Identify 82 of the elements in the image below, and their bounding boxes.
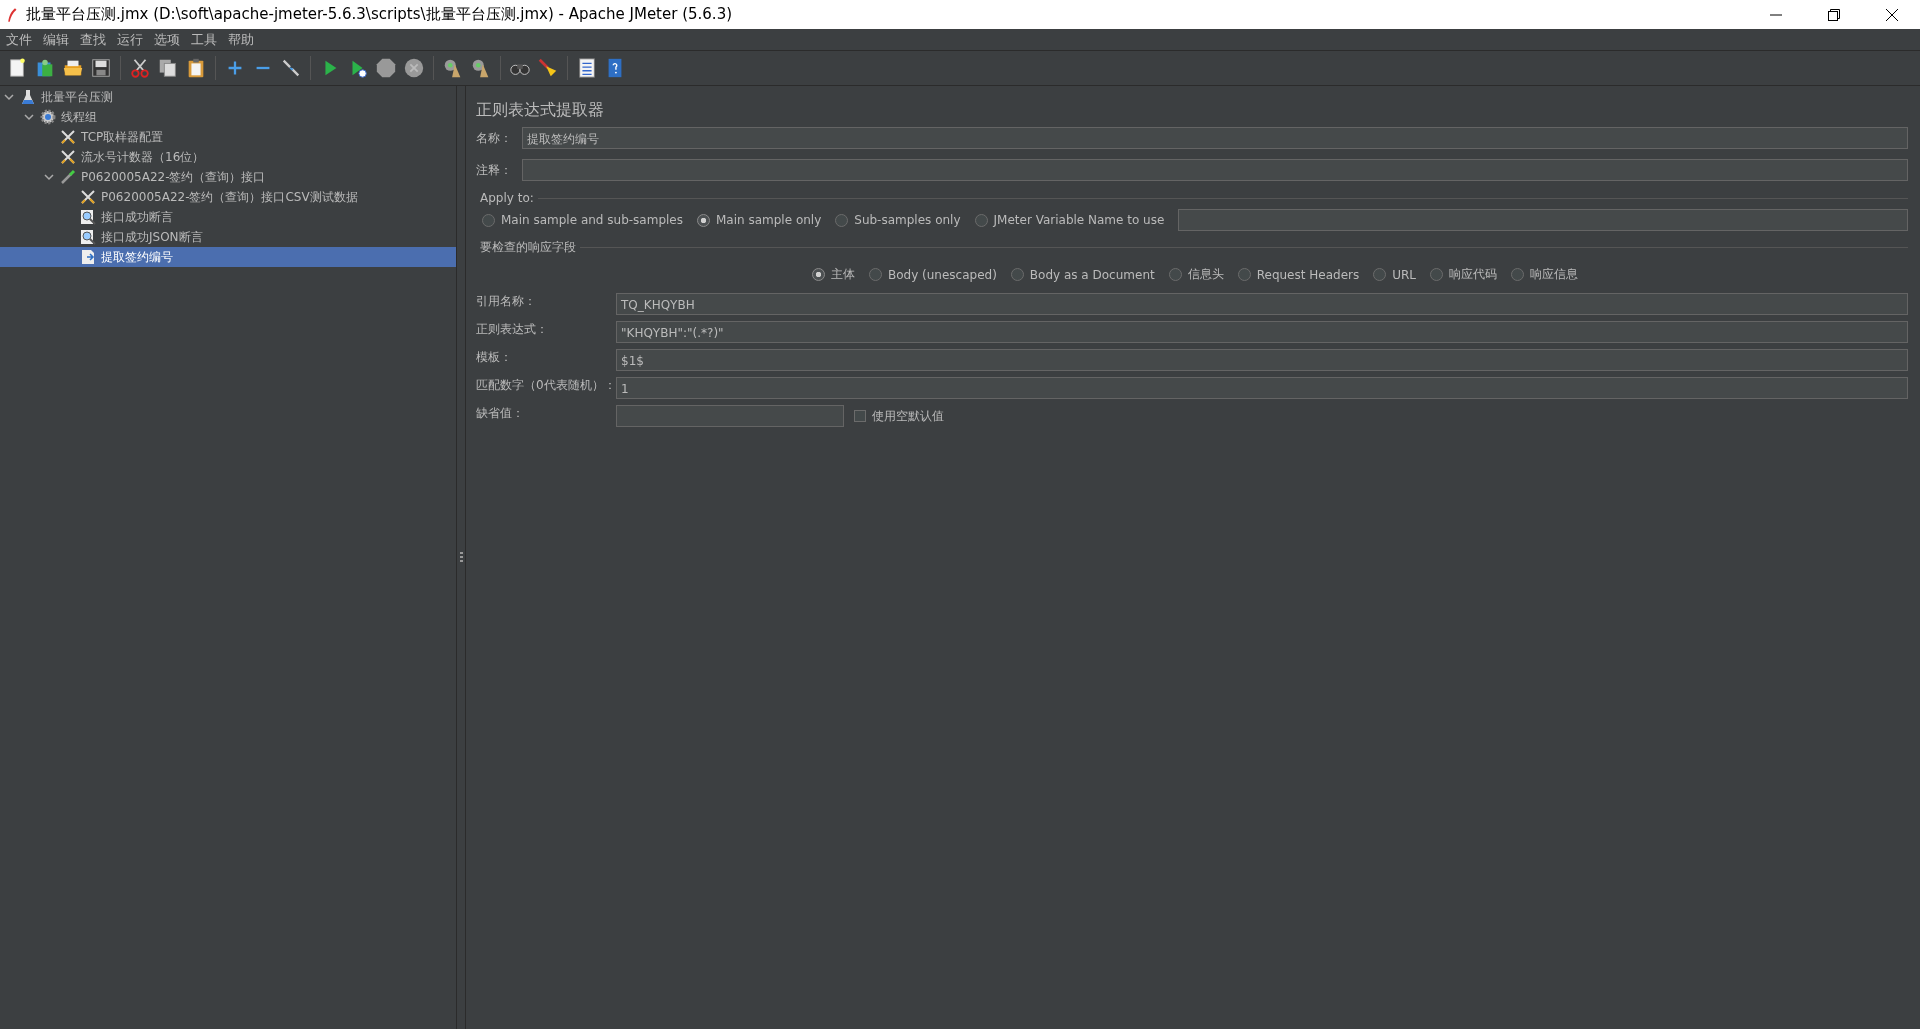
broom-icon[interactable] (537, 57, 559, 79)
radio-button[interactable] (868, 268, 882, 281)
toggle-icon[interactable] (280, 57, 302, 79)
radio-label[interactable]: Sub-samples only (854, 213, 961, 227)
radio-label[interactable]: 主体 (830, 266, 855, 283)
gear-icon (40, 109, 56, 125)
panel-title: 正则表达式提取器 (476, 100, 605, 121)
tree-item[interactable]: P0620005A22-签约（查询）接口 (0, 167, 456, 187)
menu-item[interactable]: 查找 (78, 30, 115, 49)
default-value-field[interactable] (616, 405, 844, 427)
input-field[interactable]: TQ_KHQYBH (616, 293, 1908, 315)
radio-label[interactable]: Request Headers (1256, 267, 1360, 282)
checkbox[interactable] (854, 410, 866, 422)
radio-label[interactable]: Main sample and sub-samples (501, 213, 683, 227)
tree-item[interactable]: P0620005A22-签约（查询）接口CSV测试数据 (0, 187, 456, 207)
shutdown-icon[interactable] (403, 57, 425, 79)
flask-icon (20, 89, 36, 105)
tools-icon (60, 129, 76, 145)
radio-label[interactable]: Main sample only (716, 213, 822, 227)
window-title: 批量平台压测.jmx (D:\soft\apache-jmeter-5.6.3\scripts\批量平台压测.jmx) - Apache JMeter (5.6.3) (26, 5, 733, 24)
menu-item[interactable]: 工具 (189, 30, 226, 49)
field-label: 模板： (476, 349, 513, 366)
radio-button[interactable] (1168, 268, 1182, 281)
radio-label[interactable]: JMeter Variable Name to use (993, 213, 1165, 227)
pipette-icon (60, 169, 76, 185)
input-field[interactable]: "KHQYBH":"(.*?)" (616, 321, 1908, 343)
radio-label[interactable]: 响应代码 (1449, 266, 1498, 283)
radio-button[interactable] (1373, 268, 1387, 281)
group-legend: Apply to: (480, 191, 534, 205)
tree-item[interactable]: 批量平台压测 (0, 87, 456, 107)
radio-label[interactable]: URL (1392, 267, 1417, 282)
magnifier-icon (80, 229, 96, 245)
splitter-grip-icon[interactable] (459, 551, 463, 564)
tree-item[interactable]: 提取签约编号 (0, 247, 456, 267)
tree-item[interactable]: TCP取样器配置 (0, 127, 456, 147)
radio-label[interactable]: Body (unescaped) (887, 267, 997, 282)
field-label: 注释： (476, 161, 513, 179)
copy-icon[interactable] (157, 57, 179, 79)
stop-icon[interactable] (375, 57, 397, 79)
chevron-icon[interactable] (44, 172, 54, 182)
radio-label[interactable]: 响应信息 (1530, 266, 1579, 283)
name-field[interactable]: 提取签约编号 (522, 127, 1908, 149)
menu-item[interactable]: 运行 (115, 30, 152, 49)
comment-field[interactable] (522, 159, 1908, 181)
radio-button[interactable] (1430, 268, 1444, 281)
magnifier-icon (80, 209, 96, 225)
save-icon[interactable] (90, 57, 112, 79)
radio-label[interactable]: 信息头 (1187, 266, 1224, 283)
menu-item[interactable]: 文件 (4, 30, 41, 49)
group-legend: 要检查的响应字段 (480, 239, 576, 256)
tools-icon (80, 189, 96, 205)
restore-icon[interactable] (1828, 8, 1840, 21)
radio-button[interactable] (482, 213, 495, 227)
list-icon[interactable] (576, 57, 598, 79)
tree-item[interactable]: 流水号计数器（16位） (0, 147, 456, 167)
tree-item[interactable]: 线程组 (0, 107, 456, 127)
radio-label[interactable]: Body as a Document (1029, 267, 1155, 282)
document-arrow-icon (80, 249, 96, 265)
radio-button[interactable] (1237, 268, 1251, 281)
field-label: 名称： (476, 129, 513, 147)
radio-button[interactable] (811, 268, 825, 281)
input-field[interactable]: 1 (616, 377, 1908, 399)
input-field[interactable]: $1$ (616, 349, 1908, 371)
tree-item[interactable]: 接口成功JSON断言 (0, 227, 456, 247)
radio-button[interactable] (1511, 268, 1525, 281)
radio-button[interactable] (697, 213, 710, 227)
tree-item[interactable]: 接口成功断言 (0, 207, 456, 227)
tools-icon (60, 149, 76, 165)
menu-item[interactable]: 编辑 (41, 30, 78, 49)
close-icon[interactable] (1886, 8, 1898, 21)
radio-button[interactable] (974, 213, 988, 227)
field-label: 正则表达式： (476, 321, 549, 338)
field-label: 引用名称： (476, 293, 537, 310)
menu-item[interactable]: 帮助 (226, 30, 263, 49)
radio-button[interactable] (1010, 268, 1024, 281)
radio-button[interactable] (835, 213, 849, 227)
variable-name-field[interactable] (1178, 209, 1908, 231)
menu-item[interactable]: 选项 (152, 30, 189, 49)
field-label: 缺省值： (476, 405, 525, 422)
field-label: 匹配数字（0代表随机）： (476, 377, 616, 394)
cut-icon[interactable] (129, 57, 151, 79)
checkbox-label[interactable]: 使用空默认值 (872, 407, 944, 425)
